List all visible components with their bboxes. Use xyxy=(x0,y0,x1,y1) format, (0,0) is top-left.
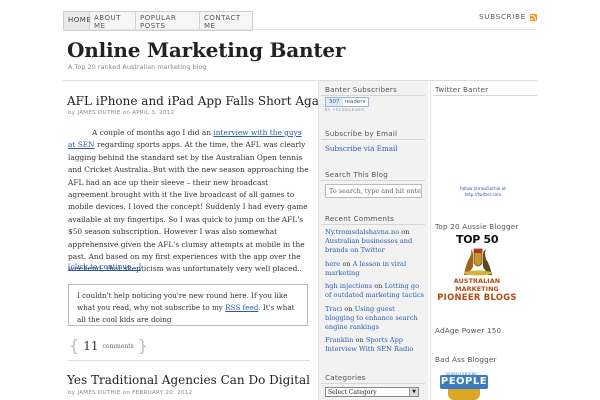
widget-divider xyxy=(321,139,425,140)
post-meta-on: on xyxy=(122,110,131,116)
comment-on: on xyxy=(344,304,353,313)
continue-reading-link[interactable]: [click to continue...] xyxy=(68,262,141,271)
feedburner-count: 307 xyxy=(326,98,343,106)
list-item: hgh injections on Letting go of outdated… xyxy=(325,282,425,300)
chevron-down-icon: ▼ xyxy=(409,388,418,396)
widget-divider xyxy=(321,95,425,96)
twitter-follow-link[interactable]: follow JamesDuthie at http://twitter.com xyxy=(448,186,518,198)
list-item: Ny.tromsdalshavna.no on Australian busin… xyxy=(325,228,425,255)
comment-on: on xyxy=(401,228,410,236)
post-date: FEBRUARY 20, 2012 xyxy=(132,390,193,396)
widget-title-adage: AdAge Power 150 xyxy=(435,326,502,335)
brace-right-icon: } xyxy=(137,336,148,355)
category-selected-value: Select Category xyxy=(328,389,377,396)
nav-item-about-me[interactable]: ABOUT ME xyxy=(90,12,136,30)
feedburner-readers: readers xyxy=(344,99,366,105)
feedburner-byline: BY FEEDBURNER xyxy=(325,108,365,112)
nav-item-contact-me[interactable]: CONTACT ME xyxy=(200,12,252,30)
comments-link[interactable]: { 11 comments } xyxy=(69,338,148,354)
rss-feed-link[interactable]: RSS feed xyxy=(225,303,258,312)
post-author[interactable]: JAMES DUTHIE xyxy=(77,390,120,396)
widget-title-badass: Bad Ass Blogger xyxy=(435,355,497,364)
widget-divider xyxy=(433,95,537,96)
widget-divider xyxy=(321,224,425,225)
widget-title-top20: Top 20 Aussie Blogger xyxy=(435,222,519,231)
top50-line2: PIONEER BLOGS xyxy=(437,292,517,302)
top-divider xyxy=(63,29,537,30)
comment-author-link[interactable]: hgh injections xyxy=(325,282,372,290)
comment-post-link[interactable]: Australian businesses and brands on Twit… xyxy=(325,237,412,254)
subscribe-email-link[interactable]: Subscribe via Email xyxy=(325,144,398,153)
rss-icon xyxy=(530,13,537,21)
comment-author-link[interactable]: Traci xyxy=(325,305,342,313)
post-author[interactable]: JAMES DUTHIE xyxy=(77,110,120,116)
comment-author-link[interactable]: Franklin xyxy=(325,336,353,344)
post-excerpt-text: regarding sports apps. At the time, the … xyxy=(68,140,309,274)
coat-of-arms-icon xyxy=(464,248,492,276)
post-divider xyxy=(68,360,310,361)
comment-author-link[interactable]: here xyxy=(325,260,340,268)
comment-on: on xyxy=(342,259,351,268)
widget-title-twitter: Twitter Banter xyxy=(435,85,489,94)
post-title[interactable]: AFL iPhone and iPad App Falls Short Agai… xyxy=(67,94,330,108)
recent-comments-list: Ny.tromsdalshavna.no on Australian busin… xyxy=(325,228,425,359)
post-meta-by: by xyxy=(68,110,76,116)
comment-on: on xyxy=(374,282,383,290)
brace-left-icon: { xyxy=(69,336,80,355)
post-meta-on: on xyxy=(122,390,131,396)
category-select[interactable]: Select Category ▼ xyxy=(325,387,419,397)
subscribe-label: SUBSCRIBE xyxy=(479,13,526,21)
post-excerpt: A couple of months ago I did an intervie… xyxy=(68,127,310,276)
widget-divider xyxy=(321,180,425,181)
comment-count: 11 xyxy=(83,339,99,353)
list-item: Traci on Using guest blogging to enhance… xyxy=(325,305,425,332)
comment-on: on xyxy=(355,336,364,344)
nav-item-popular-posts[interactable]: POPULAR POSTS xyxy=(136,12,200,30)
top50-line1: AUSTRALIAN MARKETING xyxy=(453,277,501,293)
feedburner-count-badge[interactable]: 307 readers xyxy=(325,97,369,107)
site-title[interactable]: Online Marketing Banter xyxy=(67,38,345,62)
widget-title-categories: Categories xyxy=(325,373,366,382)
comment-label: comments xyxy=(102,342,134,350)
post-meta: by JAMES DUTHIE on FEBRUARY 20, 2012 xyxy=(68,390,192,396)
search-engine-people-badge[interactable]: SEARCH ENGINE PEOPLE xyxy=(440,372,496,400)
post-date: APRIL 3, 2012 xyxy=(132,110,175,116)
widget-title-recent-comments: Recent Comments xyxy=(325,214,395,223)
list-item: here on A lesson in viral marketing xyxy=(325,260,425,278)
top-nav: HOME ABOUT ME POPULAR POSTS CONTACT ME xyxy=(63,11,253,31)
comment-author-link[interactable]: Ny.tromsdalshavna.no xyxy=(325,228,399,236)
new-visitor-notice: I couldn't help noticing you're new roun… xyxy=(68,284,308,326)
subscribe-link[interactable]: SUBSCRIBE xyxy=(479,13,537,21)
badge-word: PEOPLE xyxy=(440,375,488,389)
list-item: Franklin on Sports App Interview With SE… xyxy=(325,336,425,354)
widget-title-subscribe-email: Subscribe by Email xyxy=(325,129,398,138)
widget-title-subscribers: Banter Subscribers xyxy=(325,85,397,94)
site-description: A Top 20 ranked Australian marketing blo… xyxy=(68,63,207,71)
top50-banner: AUSTRALIAN MARKETING PIONEER BLOGS xyxy=(432,277,522,301)
award-ribbon-icon xyxy=(448,389,480,400)
search-input[interactable]: To search, type and hit enter xyxy=(325,184,422,198)
post-title[interactable]: Yes Traditional Agencies Can Do Digital xyxy=(67,373,310,387)
nav-item-home[interactable]: HOME xyxy=(64,12,91,30)
top50-pioneer-badge[interactable]: TOP 50 AUSTRALIAN MARKETING PIONEER BLOG… xyxy=(432,233,522,301)
post-excerpt-intro: A couple of months ago I did an xyxy=(92,128,214,137)
widget-divider xyxy=(321,383,425,384)
post-meta: by JAMES DUTHIE on APRIL 3, 2012 xyxy=(68,110,174,116)
widget-title-search: Search This Blog xyxy=(325,170,389,179)
post-meta-by: by xyxy=(68,390,76,396)
